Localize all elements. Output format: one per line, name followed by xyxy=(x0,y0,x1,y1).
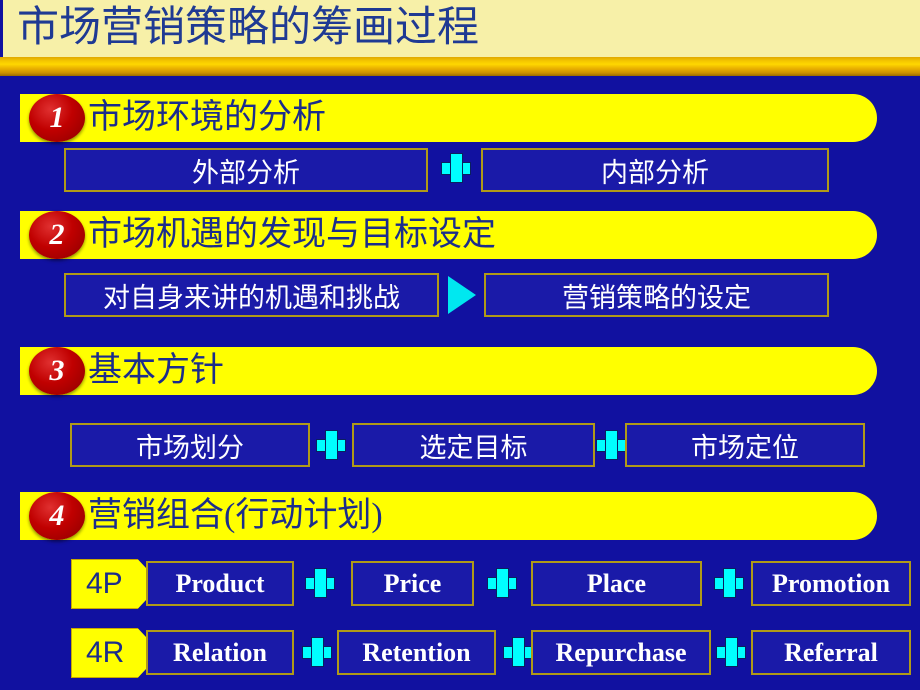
section-4-4r-item-1-label: Relation xyxy=(173,637,267,667)
section-2-item-1[interactable]: 对自身来讲的机遇和挑战 xyxy=(64,273,439,317)
section-3-item-2[interactable]: 选定目标 xyxy=(352,423,595,467)
section-2-header: 市场机遇的发现与目标设定 xyxy=(20,211,877,259)
plus-icon xyxy=(503,637,533,667)
section-1-badge: 1 xyxy=(29,94,85,142)
plus-icon xyxy=(716,637,746,667)
plus-icon xyxy=(305,568,335,598)
section-4-4p-item-2-label: Price xyxy=(383,568,442,598)
section-4-number: 4 xyxy=(49,499,65,532)
section-2-item-2-label: 营销策略的设定 xyxy=(562,282,751,313)
section-4-4p-item-1[interactable]: Product xyxy=(146,561,294,606)
section-1-item-2-label: 内部分析 xyxy=(601,157,709,188)
section-1-item-1[interactable]: 外部分析 xyxy=(64,148,428,192)
section-2-item-1-label: 对自身来讲的机遇和挑战 xyxy=(103,282,400,313)
section-4-4p-item-3[interactable]: Place xyxy=(531,561,702,606)
section-4-header: 营销组合(行动计划) xyxy=(20,492,877,540)
section-4-4r-item-2-label: Retention xyxy=(362,637,471,667)
section-4-4p-item-2[interactable]: Price xyxy=(351,561,474,606)
section-1-heading: 市场环境的分析 xyxy=(88,99,326,136)
section-2-number: 2 xyxy=(49,218,65,251)
section-1-number: 1 xyxy=(49,101,65,134)
section-3-badge: 3 xyxy=(29,347,85,395)
plus-icon xyxy=(487,568,517,598)
section-4-4r-item-4[interactable]: Referral xyxy=(751,630,911,675)
plus-icon xyxy=(441,153,471,183)
section-2-item-2[interactable]: 营销策略的设定 xyxy=(484,273,829,317)
section-2-badge: 2 xyxy=(29,211,85,259)
section-4-4r-item-3[interactable]: Repurchase xyxy=(531,630,711,675)
section-3-item-3-label: 市场定位 xyxy=(691,432,799,463)
section-4-4r-item-3-label: Repurchase xyxy=(555,637,687,667)
section-4-4p-item-4-label: Promotion xyxy=(772,568,890,598)
section-1-item-1-label: 外部分析 xyxy=(192,157,300,188)
section-2-heading: 市场机遇的发现与目标设定 xyxy=(88,216,496,253)
page-title: 市场营销策略的筹画过程 xyxy=(17,5,480,51)
section-3-heading: 基本方针 xyxy=(88,352,224,389)
slide-canvas: 市场营销策略的筹画过程 市场环境的分析 1 外部分析 内部分析 市场机遇的发现与… xyxy=(0,0,920,690)
slide-title-band: 市场营销策略的筹画过程 xyxy=(0,0,920,57)
section-4-4r-item-1[interactable]: Relation xyxy=(146,630,294,675)
section-3-item-2-label: 选定目标 xyxy=(419,432,528,463)
plus-icon xyxy=(316,430,346,460)
section-3-item-1-label: 市场划分 xyxy=(136,432,244,463)
section-4-4r-item-4-label: Referral xyxy=(784,637,878,667)
section-3-item-1[interactable]: 市场划分 xyxy=(70,423,310,467)
plus-icon xyxy=(302,637,332,667)
section-1-item-2[interactable]: 内部分析 xyxy=(481,148,829,192)
section-4-badge: 4 xyxy=(29,492,85,540)
section-3-number: 3 xyxy=(49,354,65,387)
section-4-4p-item-3-label: Place xyxy=(586,568,647,598)
section-3-item-3[interactable]: 市场定位 xyxy=(625,423,865,467)
section-4-4p-item-4[interactable]: Promotion xyxy=(751,561,911,606)
section-4-4p-item-1-label: Product xyxy=(175,568,265,598)
section-4-4r-item-2[interactable]: Retention xyxy=(337,630,496,675)
tag-4r-label: 4R xyxy=(86,636,125,669)
section-1-header: 市场环境的分析 xyxy=(20,94,877,142)
plus-icon xyxy=(596,430,626,460)
title-accent-bar xyxy=(0,57,920,76)
tag-4p-label: 4P xyxy=(86,567,123,600)
plus-icon xyxy=(714,568,744,598)
section-4-heading: 营销组合(行动计划) xyxy=(88,497,383,534)
section-3-header: 基本方针 xyxy=(20,347,877,395)
triangle-right-icon xyxy=(448,276,476,314)
